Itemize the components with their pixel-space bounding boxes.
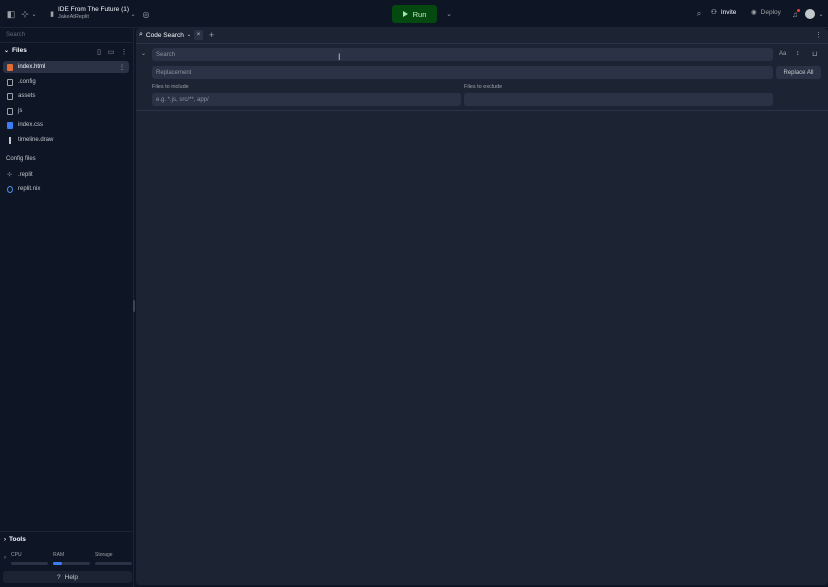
divider bbox=[0, 42, 134, 43]
storage-label: Storage bbox=[95, 552, 113, 558]
exclude-input[interactable] bbox=[464, 93, 773, 106]
repl-file-icon: ▮ bbox=[50, 11, 54, 18]
divider bbox=[0, 531, 134, 532]
css-file-icon bbox=[7, 121, 13, 129]
new-folder-icon[interactable]: ▭ bbox=[104, 45, 118, 59]
file-item-assets[interactable]: assets bbox=[3, 90, 129, 102]
ram-label: RAM bbox=[53, 552, 65, 558]
deploy-label: Deploy bbox=[760, 8, 781, 16]
repl-title[interactable]: IDE From The Future (1) bbox=[58, 6, 129, 13]
file-name: timeline.draw bbox=[18, 137, 54, 143]
config-files-header: Config files bbox=[6, 156, 36, 162]
add-tab-icon[interactable]: + bbox=[209, 30, 214, 40]
folder-icon bbox=[7, 92, 13, 100]
html-file-icon bbox=[7, 63, 13, 71]
invite-label: Invite bbox=[720, 8, 737, 16]
replit-file-icon: ⊹ bbox=[7, 171, 13, 178]
file-item-timeline-draw[interactable]: timeline.draw bbox=[3, 134, 129, 146]
include-input[interactable]: e.g. *.js, src/**, app/ bbox=[152, 93, 461, 106]
file-item-index-css[interactable]: index.css bbox=[3, 119, 129, 131]
code-search-panel bbox=[136, 28, 828, 585]
sidebar-search-input[interactable]: Search bbox=[6, 32, 25, 38]
help-label: Help bbox=[64, 573, 78, 581]
tab-label: Code Search bbox=[145, 31, 184, 39]
chevron-down-icon[interactable]: ⌄ bbox=[27, 7, 41, 21]
more-icon[interactable]: ⋮ bbox=[119, 64, 125, 71]
search-icon[interactable]: ⌕ bbox=[692, 7, 706, 21]
search-icon: ⌕ bbox=[139, 31, 143, 38]
whole-word-icon[interactable]: ⊔ bbox=[812, 50, 817, 58]
regex-icon[interactable]: ↕ bbox=[796, 50, 800, 57]
nix-file-icon bbox=[7, 185, 13, 193]
chevron-down-icon[interactable]: ⌄ bbox=[814, 7, 828, 21]
tools-label: Tools bbox=[9, 536, 26, 543]
play-icon bbox=[402, 11, 408, 17]
eye-icon[interactable]: ◎ bbox=[139, 7, 153, 21]
file-name: .replit bbox=[18, 172, 33, 178]
file-item-replit[interactable]: ⊹ .replit bbox=[3, 169, 129, 181]
chevron-right-icon: › bbox=[4, 536, 6, 543]
run-label: Run bbox=[412, 9, 427, 19]
file-name: .config bbox=[18, 79, 36, 85]
ram-usage-bar bbox=[53, 562, 90, 565]
collapse-replace-icon[interactable]: ⌄ bbox=[141, 50, 146, 57]
sidebar-toggle-icon[interactable]: ◧ bbox=[4, 7, 18, 21]
tools-header[interactable]: › Tools bbox=[4, 536, 26, 543]
invite-button[interactable]: ⚇ Invite bbox=[711, 8, 737, 17]
files-header-label: Files bbox=[12, 47, 27, 54]
more-icon[interactable]: ⋮ bbox=[815, 31, 822, 39]
text-cursor-icon: I bbox=[338, 52, 341, 62]
file-item-js[interactable]: js bbox=[3, 105, 129, 117]
chevron-down-icon: ⌄ bbox=[186, 32, 192, 38]
ram-usage-fill bbox=[53, 562, 62, 565]
divider bbox=[136, 110, 828, 111]
deploy-icon: ◉ bbox=[751, 9, 757, 16]
file-name: replit.nix bbox=[18, 186, 41, 192]
file-name: index.css bbox=[18, 122, 44, 128]
run-button[interactable]: Run bbox=[392, 5, 437, 23]
close-tab-icon[interactable]: × bbox=[194, 30, 203, 40]
folder-icon bbox=[7, 107, 13, 115]
chevron-down-icon[interactable]: ⌄ bbox=[442, 7, 456, 21]
replace-all-button[interactable]: Replace All bbox=[776, 66, 821, 79]
include-label: Files to include bbox=[152, 84, 189, 90]
file-name: index.html bbox=[18, 64, 46, 70]
file-name: js bbox=[18, 108, 23, 114]
tab-code-search[interactable]: ⌕ Code Search ⌄ bbox=[139, 31, 191, 39]
deploy-button[interactable]: ◉ Deploy bbox=[751, 8, 781, 17]
replacement-input[interactable]: Replacement bbox=[152, 66, 773, 79]
file-item-replit-nix[interactable]: replit.nix bbox=[3, 183, 129, 195]
repl-owner[interactable]: JakeAtReplit bbox=[58, 14, 89, 20]
files-header[interactable]: ⌄ Files bbox=[4, 47, 27, 54]
chevron-right-icon[interactable]: › bbox=[4, 555, 6, 561]
file-item-config[interactable]: .config bbox=[3, 76, 129, 88]
storage-usage-bar bbox=[95, 562, 132, 565]
draw-file-icon bbox=[9, 136, 11, 144]
cpu-usage-bar bbox=[11, 562, 48, 565]
more-icon[interactable]: ⋮ bbox=[117, 45, 131, 59]
file-item-index-html[interactable]: index.html ⋮ bbox=[3, 61, 129, 73]
chevron-down-icon[interactable]: ⌄ bbox=[126, 7, 140, 21]
match-case-icon[interactable]: Aa bbox=[779, 51, 786, 57]
cpu-label: CPU bbox=[11, 552, 22, 558]
chevron-down-icon: ⌄ bbox=[4, 48, 10, 54]
sidebar-resize-handle[interactable] bbox=[133, 300, 135, 312]
notification-dot bbox=[797, 9, 800, 12]
add-user-icon: ⚇ bbox=[711, 9, 717, 16]
search-input[interactable]: Search bbox=[152, 48, 773, 61]
file-name: assets bbox=[18, 93, 36, 99]
divider bbox=[136, 43, 828, 44]
exclude-label: Files to exclude bbox=[464, 84, 503, 90]
question-icon: ? bbox=[57, 573, 61, 581]
folder-icon bbox=[7, 78, 13, 86]
help-button[interactable]: ? Help bbox=[3, 571, 132, 583]
